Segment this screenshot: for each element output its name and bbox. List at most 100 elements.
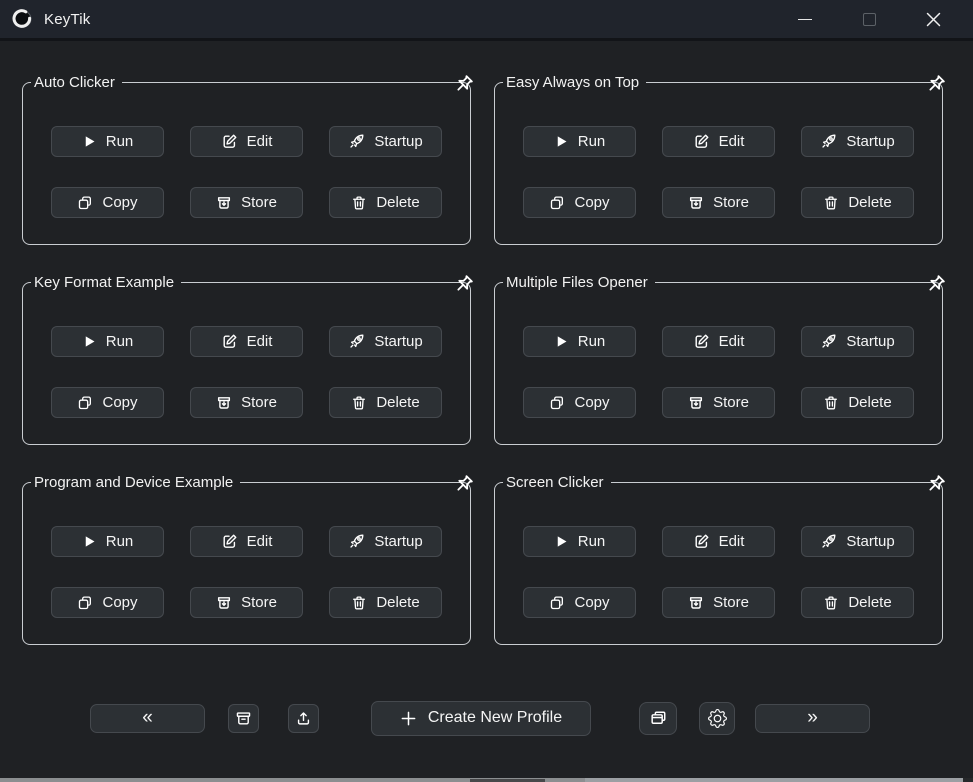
delete-button[interactable]: Delete — [329, 387, 442, 418]
card-buttons: Run Edit Startup Copy Store Delete — [51, 326, 470, 418]
edit-button-label: Edit — [246, 333, 273, 350]
run-button[interactable]: Run — [51, 526, 164, 557]
copy-button[interactable]: Copy — [523, 387, 636, 418]
taskbar-edge-highlight — [585, 778, 963, 782]
delete-button[interactable]: Delete — [329, 187, 442, 218]
bottom-toolbar: « Create New Profile » — [0, 700, 973, 736]
keytik-logo-icon — [12, 9, 32, 28]
card-buttons: Run Edit Startup Copy Store Delete — [51, 126, 470, 218]
maximize-icon — [862, 12, 876, 26]
edit-button[interactable]: Edit — [662, 526, 775, 557]
store-button[interactable]: Store — [662, 187, 775, 218]
card-title: Easy Always on Top — [506, 74, 640, 91]
archive-in-icon — [688, 195, 704, 211]
delete-button[interactable]: Delete — [801, 587, 914, 618]
maximize-button[interactable] — [837, 0, 901, 38]
minimize-icon — [798, 18, 812, 20]
run-button[interactable]: Run — [523, 526, 636, 557]
copy-button-label: Copy — [574, 194, 610, 211]
settings-button[interactable] — [699, 701, 735, 735]
card-title: Multiple Files Opener — [506, 274, 648, 291]
delete-button[interactable]: Delete — [801, 187, 914, 218]
startup-button[interactable]: Startup — [329, 526, 442, 557]
pin-icon[interactable] — [923, 74, 946, 97]
run-button[interactable]: Run — [51, 126, 164, 157]
startup-button[interactable]: Startup — [329, 126, 442, 157]
profile-card: Program and Device Example Run Edit Star… — [22, 473, 474, 651]
edit-button-label: Edit — [246, 133, 273, 150]
copy-icon — [549, 395, 565, 411]
archive-in-icon — [216, 395, 232, 411]
trash-icon — [351, 195, 367, 211]
pin-icon[interactable] — [451, 474, 474, 497]
pin-icon[interactable] — [923, 274, 946, 297]
card-buttons: Run Edit Startup Copy Store Delete — [523, 326, 942, 418]
card-title: Auto Clicker — [34, 74, 115, 91]
edit-button[interactable]: Edit — [190, 126, 303, 157]
edit-icon — [221, 533, 238, 550]
rocket-icon — [348, 133, 365, 150]
edit-icon — [221, 133, 238, 150]
pin-icon[interactable] — [451, 74, 474, 97]
prev-page-label: « — [142, 706, 153, 728]
store-button[interactable]: Store — [190, 587, 303, 618]
run-button-label: Run — [577, 133, 606, 150]
delete-button[interactable]: Delete — [329, 587, 442, 618]
play-icon — [554, 534, 569, 549]
multi-window-icon — [649, 709, 668, 728]
minimize-button[interactable] — [773, 0, 837, 38]
copy-icon — [549, 595, 565, 611]
run-button-label: Run — [577, 533, 606, 550]
next-page-button[interactable]: » — [755, 703, 870, 733]
store-button[interactable]: Store — [662, 587, 775, 618]
copy-button[interactable]: Copy — [523, 587, 636, 618]
create-new-profile-label: Create New Profile — [427, 709, 563, 726]
copy-button[interactable]: Copy — [51, 187, 164, 218]
edit-icon — [693, 133, 710, 150]
edit-button[interactable]: Edit — [190, 326, 303, 357]
close-button[interactable] — [901, 0, 965, 38]
copy-button[interactable]: Copy — [51, 587, 164, 618]
edit-button-label: Edit — [718, 533, 745, 550]
card-buttons: Run Edit Startup Copy Store Delete — [51, 526, 470, 618]
card-buttons: Run Edit Startup Copy Store Delete — [523, 126, 942, 218]
startup-button[interactable]: Startup — [329, 326, 442, 357]
create-new-profile-button[interactable]: Create New Profile — [371, 700, 591, 736]
startup-button[interactable]: Startup — [801, 526, 914, 557]
run-button[interactable]: Run — [523, 126, 636, 157]
copy-button[interactable]: Copy — [51, 387, 164, 418]
import-profile-button[interactable] — [288, 703, 319, 733]
card-title: Key Format Example — [34, 274, 175, 291]
rocket-icon — [348, 333, 365, 350]
run-button[interactable]: Run — [523, 326, 636, 357]
archive-profiles-button[interactable] — [228, 703, 259, 733]
pin-icon[interactable] — [923, 474, 946, 497]
copy-icon — [549, 195, 565, 211]
delete-button[interactable]: Delete — [801, 387, 914, 418]
delete-button-label: Delete — [848, 394, 892, 411]
pin-icon[interactable] — [451, 274, 474, 297]
upload-icon — [295, 710, 312, 727]
edit-button[interactable]: Edit — [662, 126, 775, 157]
edit-button[interactable]: Edit — [190, 526, 303, 557]
copy-button[interactable]: Copy — [523, 187, 636, 218]
multi-window-button[interactable] — [639, 701, 677, 735]
trash-icon — [823, 195, 839, 211]
run-button-label: Run — [105, 133, 134, 150]
archive-in-icon — [688, 595, 704, 611]
store-button[interactable]: Store — [662, 387, 775, 418]
run-button[interactable]: Run — [51, 326, 164, 357]
startup-button[interactable]: Startup — [801, 126, 914, 157]
rocket-icon — [348, 533, 365, 550]
profile-card: Key Format Example Run Edit Startup Copy… — [22, 273, 474, 451]
startup-button[interactable]: Startup — [801, 326, 914, 357]
profile-card: Auto Clicker Run Edit Startup Copy Store… — [22, 73, 474, 251]
store-button[interactable]: Store — [190, 187, 303, 218]
store-button[interactable]: Store — [190, 387, 303, 418]
copy-button-label: Copy — [574, 594, 610, 611]
delete-button-label: Delete — [376, 394, 420, 411]
edit-button-label: Edit — [718, 133, 745, 150]
profile-card: Easy Always on Top Run Edit Startup Copy… — [494, 73, 946, 251]
prev-page-button[interactable]: « — [90, 703, 205, 733]
edit-button[interactable]: Edit — [662, 326, 775, 357]
